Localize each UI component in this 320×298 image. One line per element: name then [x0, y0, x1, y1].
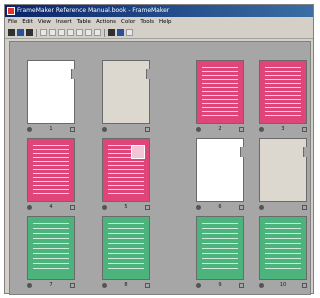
app-icon: [7, 7, 15, 15]
title-bar: FrameMaker Reference Manual.book - Frame…: [5, 5, 313, 17]
menu-actions[interactable]: Actions: [96, 17, 116, 27]
page-thumbnail[interactable]: [259, 60, 307, 124]
page-dot-icon[interactable]: [259, 127, 264, 132]
page-square-icon[interactable]: [70, 205, 75, 210]
page-thumbnail[interactable]: [259, 216, 307, 280]
page-dot-icon[interactable]: [27, 127, 32, 132]
app-window: FrameMaker Reference Manual.book - Frame…: [4, 4, 314, 295]
page-thumbnail[interactable]: [27, 60, 75, 124]
menu-edit[interactable]: Edit: [22, 17, 33, 27]
page-label: 3: [259, 126, 307, 133]
page-fold: [303, 147, 307, 157]
page-square-icon[interactable]: [302, 283, 307, 288]
page-text: [108, 223, 144, 273]
new-icon[interactable]: [8, 29, 15, 36]
page-label: 4: [27, 204, 75, 211]
page-label: 8: [102, 282, 150, 289]
page-dot-icon[interactable]: [102, 283, 107, 288]
page-square-icon[interactable]: [70, 127, 75, 132]
page-text: [33, 223, 69, 273]
page-thumbnail[interactable]: [259, 138, 307, 202]
menu-file[interactable]: File: [8, 17, 17, 27]
print-icon[interactable]: [26, 29, 33, 36]
page-text: [202, 223, 238, 273]
paste-icon[interactable]: [58, 29, 65, 36]
navigate-icon[interactable]: [117, 29, 124, 36]
page-thumbnail-area[interactable]: 1 2 3 4 5 6 7 8 9 10: [9, 41, 311, 295]
page-fold: [71, 69, 75, 79]
page-thumbnail[interactable]: [102, 138, 150, 202]
page-square-icon[interactable]: [145, 283, 150, 288]
page-text: [265, 67, 301, 117]
menu-tools[interactable]: Tools: [140, 17, 154, 27]
page-dot-icon[interactable]: [27, 283, 32, 288]
page-fold: [146, 69, 150, 79]
page-thumbnail[interactable]: [196, 138, 244, 202]
page-thumbnail[interactable]: [102, 216, 150, 280]
page-thumbnail[interactable]: [27, 216, 75, 280]
page-square-icon[interactable]: [302, 205, 307, 210]
page-square-icon[interactable]: [239, 127, 244, 132]
page-thumbnail[interactable]: [27, 138, 75, 202]
page-dot-icon[interactable]: [27, 205, 32, 210]
page-square-icon[interactable]: [145, 205, 150, 210]
page-text: [265, 223, 301, 273]
save-icon[interactable]: [17, 29, 24, 36]
page-dot-icon[interactable]: [196, 283, 201, 288]
page-thumbnail[interactable]: [196, 216, 244, 280]
page-label: 1: [27, 126, 75, 133]
spell-icon[interactable]: [94, 29, 101, 36]
page-label: 2: [196, 126, 244, 133]
page-square-icon[interactable]: [145, 127, 150, 132]
menu-table[interactable]: Table: [77, 17, 91, 27]
page-dot-icon[interactable]: [102, 205, 107, 210]
page-square-icon[interactable]: [239, 283, 244, 288]
menu-bar: File Edit View Insert Table Actions Colo…: [5, 17, 313, 27]
page-label: [259, 204, 307, 211]
toolbar: [5, 27, 313, 39]
page-label: 5: [102, 204, 150, 211]
page-thumbnail[interactable]: [196, 60, 244, 124]
window-title: FrameMaker Reference Manual.book - Frame…: [17, 7, 170, 14]
page-label: [102, 126, 150, 133]
menu-color[interactable]: Color: [121, 17, 135, 27]
page-square-icon[interactable]: [302, 127, 307, 132]
cut-icon[interactable]: [40, 29, 47, 36]
page-dot-icon[interactable]: [196, 127, 201, 132]
copy-icon[interactable]: [49, 29, 56, 36]
format-icon[interactable]: [85, 29, 92, 36]
page-label: 6: [196, 204, 244, 211]
zoom-icon[interactable]: [108, 29, 115, 36]
page-fold: [240, 147, 244, 157]
page-square-icon[interactable]: [239, 205, 244, 210]
undo-icon[interactable]: [67, 29, 74, 36]
page-dot-icon[interactable]: [102, 127, 107, 132]
help-icon[interactable]: [126, 29, 133, 36]
redo-icon[interactable]: [76, 29, 83, 36]
menu-help[interactable]: Help: [159, 17, 172, 27]
page-label: 10: [259, 282, 307, 289]
page-text: [202, 67, 238, 117]
page-thumbnail[interactable]: [102, 60, 150, 124]
page-square-icon[interactable]: [70, 283, 75, 288]
menu-view[interactable]: View: [38, 17, 51, 27]
page-label: 9: [196, 282, 244, 289]
page-dot-icon[interactable]: [196, 205, 201, 210]
toolbar-separator: [104, 28, 105, 37]
page-image: [131, 145, 145, 159]
page-dot-icon[interactable]: [259, 205, 264, 210]
page-label: 7: [27, 282, 75, 289]
page-text: [33, 145, 69, 195]
toolbar-separator: [36, 28, 37, 37]
page-dot-icon[interactable]: [259, 283, 264, 288]
menu-insert[interactable]: Insert: [56, 17, 72, 27]
